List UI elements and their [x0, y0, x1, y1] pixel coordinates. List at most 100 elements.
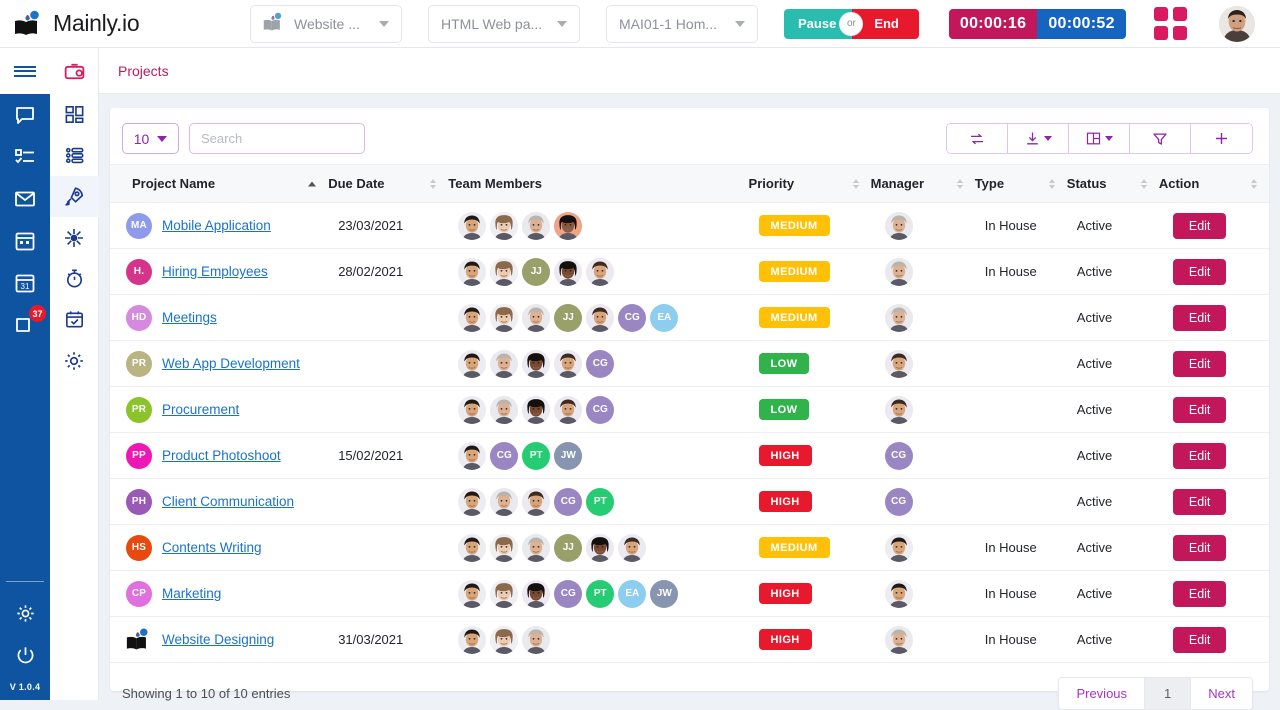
pagination-page-1[interactable]: 1	[1145, 678, 1191, 709]
col-priority[interactable]: Priority	[749, 165, 871, 203]
manager-avatar[interactable]	[885, 534, 913, 562]
member-avatar[interactable]	[490, 350, 518, 378]
member-avatar[interactable]	[458, 488, 486, 516]
table-row[interactable]: H.Hiring Employees 28/02/2021 JJ	[110, 249, 1269, 295]
member-avatar[interactable]	[586, 258, 614, 286]
search-input[interactable]	[189, 123, 365, 154]
manager-avatar[interactable]	[885, 258, 913, 286]
member-avatar[interactable]	[490, 534, 518, 562]
member-avatar[interactable]: PT	[522, 442, 550, 470]
pagination-next[interactable]: Next	[1191, 678, 1252, 709]
user-avatar[interactable]	[1219, 6, 1255, 42]
dashboard-grid-icon[interactable]	[50, 94, 99, 135]
pagination-previous[interactable]: Previous	[1059, 678, 1145, 709]
list-view-icon[interactable]	[50, 135, 99, 176]
edit-button[interactable]: Edit	[1173, 259, 1227, 285]
project-name-link[interactable]: Product Photoshoot	[162, 448, 281, 463]
project-name-link[interactable]: Mobile Application	[162, 218, 271, 233]
member-avatar[interactable]: JW	[650, 580, 678, 608]
member-avatar[interactable]	[522, 580, 550, 608]
table-row[interactable]: HDMeetings JJ CGEA MEDIUM	[110, 295, 1269, 341]
member-avatar[interactable]	[618, 534, 646, 562]
calendar-check-icon[interactable]	[50, 299, 99, 340]
member-avatar[interactable]	[554, 396, 582, 424]
member-avatar[interactable]	[458, 442, 486, 470]
member-avatar[interactable]: PT	[586, 580, 614, 608]
member-avatar[interactable]	[554, 258, 582, 286]
add-button[interactable]	[1191, 124, 1252, 153]
member-avatar[interactable]	[490, 304, 518, 332]
col-manager[interactable]: Manager	[871, 165, 975, 203]
member-avatar[interactable]: CG	[554, 580, 582, 608]
tab-projects[interactable]: Projects	[116, 59, 171, 83]
edit-button[interactable]: Edit	[1173, 535, 1227, 561]
member-avatar[interactable]	[522, 350, 550, 378]
edit-button[interactable]: Edit	[1173, 627, 1227, 653]
member-avatar[interactable]	[554, 212, 582, 240]
member-avatar[interactable]	[458, 396, 486, 424]
member-avatar[interactable]: PT	[586, 488, 614, 516]
table-row[interactable]: PHClient Communication CGPT HIGH CG Acti…	[110, 479, 1269, 525]
member-avatar[interactable]: JW	[554, 442, 582, 470]
col-project-name[interactable]: Project Name	[110, 165, 328, 203]
col-type[interactable]: Type	[975, 165, 1067, 203]
sidebar-item-logout[interactable]	[0, 634, 50, 676]
hamburger-menu-icon[interactable]	[0, 48, 50, 94]
member-avatar[interactable]: CG	[586, 350, 614, 378]
manager-avatar[interactable]	[885, 626, 913, 654]
member-avatar[interactable]	[458, 258, 486, 286]
sidebar-item-tasks[interactable]	[0, 136, 50, 178]
member-avatar[interactable]	[522, 534, 550, 562]
project-name-link[interactable]: Meetings	[162, 310, 217, 325]
manager-avatar[interactable]	[885, 580, 913, 608]
col-action[interactable]: Action	[1159, 165, 1269, 203]
member-avatar[interactable]: CG	[554, 488, 582, 516]
member-avatar[interactable]	[458, 580, 486, 608]
member-avatar[interactable]: JJ	[522, 258, 550, 286]
task-select[interactable]: MAI01-1 Hom...	[606, 5, 758, 43]
apps-grid-icon[interactable]	[1154, 7, 1187, 40]
manager-avatar[interactable]	[885, 212, 913, 240]
project-name-link[interactable]: Hiring Employees	[162, 264, 268, 279]
member-avatar[interactable]	[458, 534, 486, 562]
edit-button[interactable]: Edit	[1173, 305, 1227, 331]
sidebar-item-calendar[interactable]	[0, 220, 50, 262]
export-button[interactable]	[1008, 124, 1069, 153]
member-avatar[interactable]: CG	[586, 396, 614, 424]
member-avatar[interactable]	[490, 212, 518, 240]
edit-button[interactable]: Edit	[1173, 351, 1227, 377]
member-avatar[interactable]: CG	[618, 304, 646, 332]
member-avatar[interactable]	[522, 304, 550, 332]
member-avatar[interactable]: JJ	[554, 534, 582, 562]
member-avatar[interactable]	[490, 396, 518, 424]
member-avatar[interactable]	[458, 350, 486, 378]
member-avatar[interactable]: EA	[650, 304, 678, 332]
member-avatar[interactable]	[490, 488, 518, 516]
table-row[interactable]: CPMarketing CGPTEAJW HIGH	[110, 571, 1269, 617]
briefcase-settings-icon[interactable]	[50, 48, 99, 94]
edit-button[interactable]: Edit	[1173, 213, 1227, 239]
edit-button[interactable]: Edit	[1173, 489, 1227, 515]
member-avatar[interactable]: JJ	[554, 304, 582, 332]
project-name-link[interactable]: Procurement	[162, 402, 239, 417]
edit-button[interactable]: Edit	[1173, 397, 1227, 423]
stopwatch-icon[interactable]	[50, 258, 99, 299]
asterisk-flower-icon[interactable]	[50, 217, 99, 258]
col-status[interactable]: Status	[1067, 165, 1159, 203]
table-row[interactable]: Website Designing 31/03/2021 HIGH	[110, 617, 1269, 663]
table-row[interactable]: PPProduct Photoshoot 15/02/2021 CGPTJW H…	[110, 433, 1269, 479]
columns-button[interactable]	[1069, 124, 1130, 153]
sidebar-item-notes[interactable]: 37	[0, 304, 50, 346]
project-name-link[interactable]: Client Communication	[162, 494, 294, 509]
edit-button[interactable]: Edit	[1173, 443, 1227, 469]
sidebar-item-projects[interactable]	[50, 176, 99, 217]
table-row[interactable]: HSContents Writing JJ	[110, 525, 1269, 571]
filter-button[interactable]	[1130, 124, 1191, 153]
page-type-select[interactable]: HTML Web pa...	[428, 5, 580, 43]
member-avatar[interactable]	[490, 258, 518, 286]
table-row[interactable]: MAMobile Application 23/03/2021	[110, 203, 1269, 249]
manager-avatar[interactable]	[885, 396, 913, 424]
project-name-link[interactable]: Web App Development	[162, 356, 300, 371]
col-due-date[interactable]: Due Date	[328, 165, 448, 203]
project-name-link[interactable]: Contents Writing	[162, 540, 262, 555]
